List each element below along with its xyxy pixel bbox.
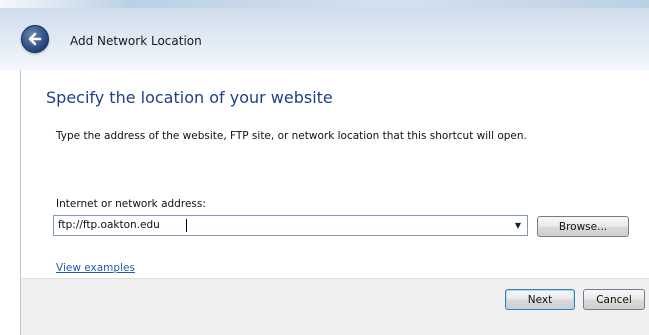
cancel-button[interactable]: Cancel <box>583 289 645 310</box>
page-description: Type the address of the website, FTP sit… <box>56 130 527 142</box>
address-combobox[interactable]: ftp://ftp.oakton.edu ▼ <box>53 215 528 236</box>
next-button[interactable]: Next <box>505 289 575 310</box>
text-caret <box>186 219 187 232</box>
address-input[interactable]: ftp://ftp.oakton.edu <box>58 219 160 231</box>
browse-button[interactable]: Browse... <box>537 216 629 237</box>
view-examples-link[interactable]: View examples <box>56 262 135 274</box>
window-title: Add Network Location <box>70 34 202 48</box>
back-arrow-icon <box>28 32 42 46</box>
page-heading: Specify the location of your website <box>46 88 333 107</box>
back-button[interactable] <box>21 25 49 53</box>
address-label: Internet or network address: <box>56 198 206 210</box>
chevron-down-icon[interactable]: ▼ <box>512 220 524 232</box>
